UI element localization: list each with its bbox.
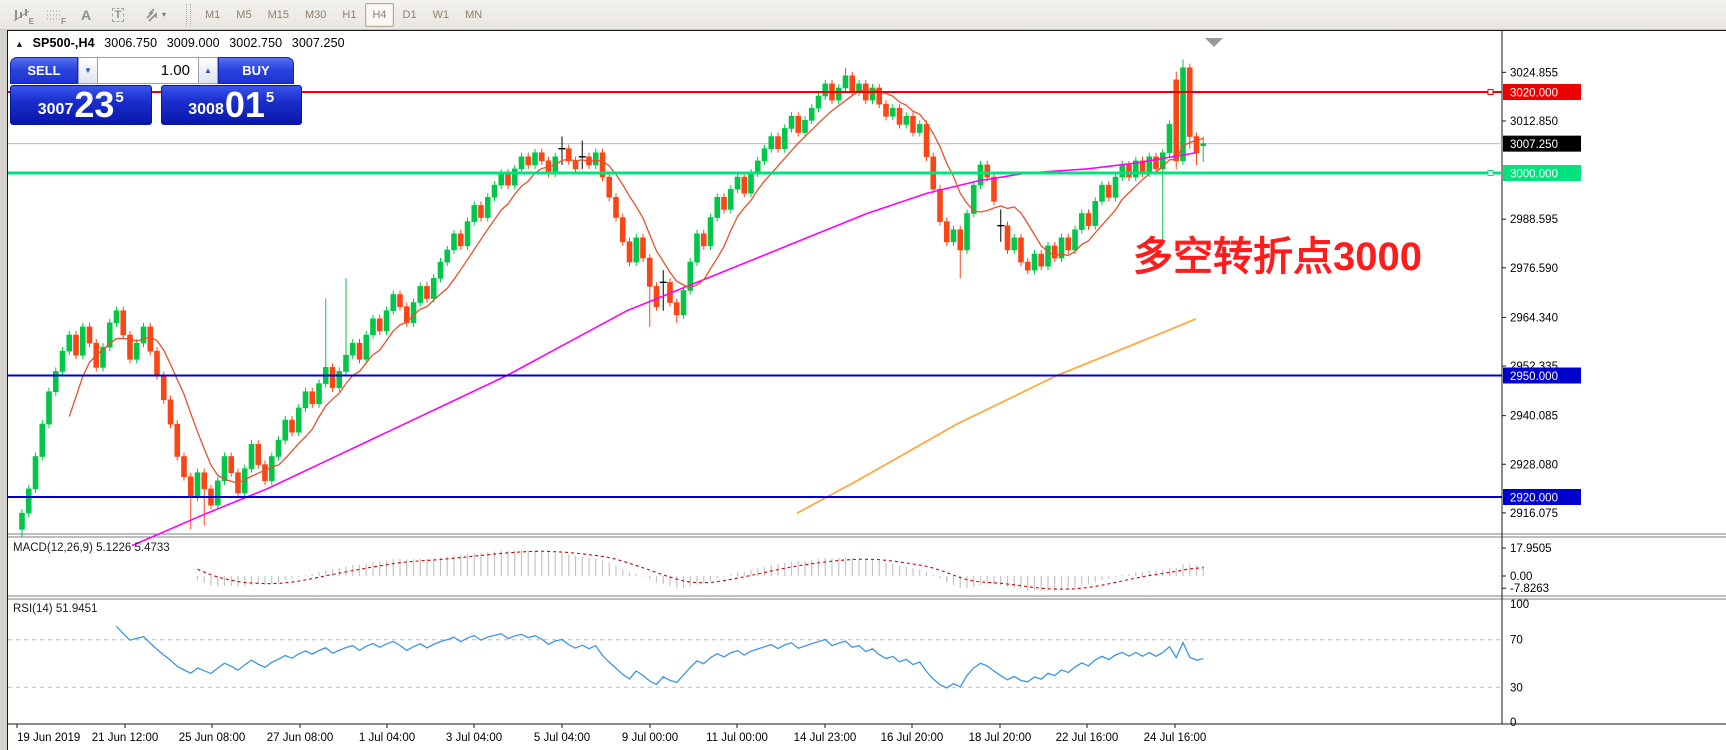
chart-title: ▲ SP500-,H4 3006.750 3009.000 3002.750 3…	[15, 36, 345, 50]
chart-frame	[7, 30, 1726, 750]
ohlc-close: 3007.250	[292, 36, 345, 50]
toolbar: E F A T ▾ M1M5M15M30H1H4D1W1MN	[0, 0, 1726, 30]
dropdown-caret-icon: ▾	[162, 10, 166, 19]
volume-increase-button[interactable]: ▲	[198, 57, 218, 84]
icon-sub-letter: F	[61, 17, 66, 26]
timeframe-button-H4[interactable]: H4	[365, 3, 393, 27]
buy-price-display[interactable]: 3008 01 5	[161, 85, 303, 125]
sell-price-big: 23	[74, 90, 114, 121]
timeframe-button-M15[interactable]: M15	[261, 3, 296, 27]
timeframe-button-MN[interactable]: MN	[458, 3, 489, 27]
text-label-icon[interactable]: A	[71, 3, 101, 27]
arrows-glyph	[144, 7, 160, 23]
buy-price-big: 01	[225, 90, 265, 121]
one-click-collapse-icon[interactable]: ▲	[15, 39, 24, 49]
caret-down-icon: ▼	[84, 66, 92, 75]
timeframe-button-M30[interactable]: M30	[298, 3, 333, 27]
one-click-trading-panel: SELL ▼ ▲ BUY 3007 23 5 3008 01 5	[10, 57, 302, 125]
toolbar-separator	[186, 4, 191, 26]
timeframe-button-H1[interactable]: H1	[335, 3, 363, 27]
macd-signal-value: 5.4733	[134, 542, 169, 554]
mt4-window: E F A T ▾ M1M5M15M30H1H4D1W1MN 3024	[0, 0, 1726, 750]
timeframe-button-M5[interactable]: M5	[229, 3, 258, 27]
icon-sub-letter: E	[29, 17, 34, 26]
timeframe-button-W1[interactable]: W1	[426, 3, 457, 27]
objects-arrange-icon[interactable]: ▾	[135, 3, 175, 27]
caret-up-icon: ▲	[204, 66, 212, 75]
timeframe-button-D1[interactable]: D1	[396, 3, 424, 27]
sell-price-display[interactable]: 3007 23 5	[10, 85, 152, 125]
timeframe-button-M1[interactable]: M1	[198, 3, 227, 27]
rsi-name: RSI(14)	[13, 603, 53, 615]
rsi-value: 51.9451	[56, 603, 98, 615]
macd-value: 5.1226	[96, 542, 131, 554]
chart-annotation: 多空转折点3000	[1133, 224, 1422, 282]
chart-symbol-period: SP500-,H4	[33, 36, 95, 50]
macd-label: MACD(12,26,9) 5.1226 5.4733	[13, 542, 170, 554]
buy-price-sup: 5	[266, 90, 274, 105]
sell-price-prefix: 3007	[38, 102, 74, 118]
chart-window: 3024.8553012.8502988.5952976.5902964.340…	[0, 30, 1726, 750]
ohlc-low: 3002.750	[229, 36, 282, 50]
rsi-label: RSI(14) 51.9451	[13, 603, 97, 615]
indicators-icon[interactable]: E	[7, 3, 37, 27]
ohlc-high: 3009.000	[167, 36, 220, 50]
text-box-icon[interactable]: T	[103, 3, 133, 27]
timeframe-group: M1M5M15M30H1H4D1W1MN	[197, 3, 490, 27]
volume-input[interactable]	[98, 57, 198, 84]
sell-button[interactable]: SELL	[10, 57, 78, 84]
buy-price-prefix: 3008	[188, 102, 224, 118]
macd-name: MACD(12,26,9)	[13, 542, 93, 554]
buy-button[interactable]: BUY	[218, 57, 294, 84]
sell-price-sup: 5	[115, 90, 123, 105]
volume-decrease-button[interactable]: ▼	[78, 57, 98, 84]
grid-icon[interactable]: F	[39, 3, 69, 27]
ohlc-open: 3006.750	[104, 36, 157, 50]
